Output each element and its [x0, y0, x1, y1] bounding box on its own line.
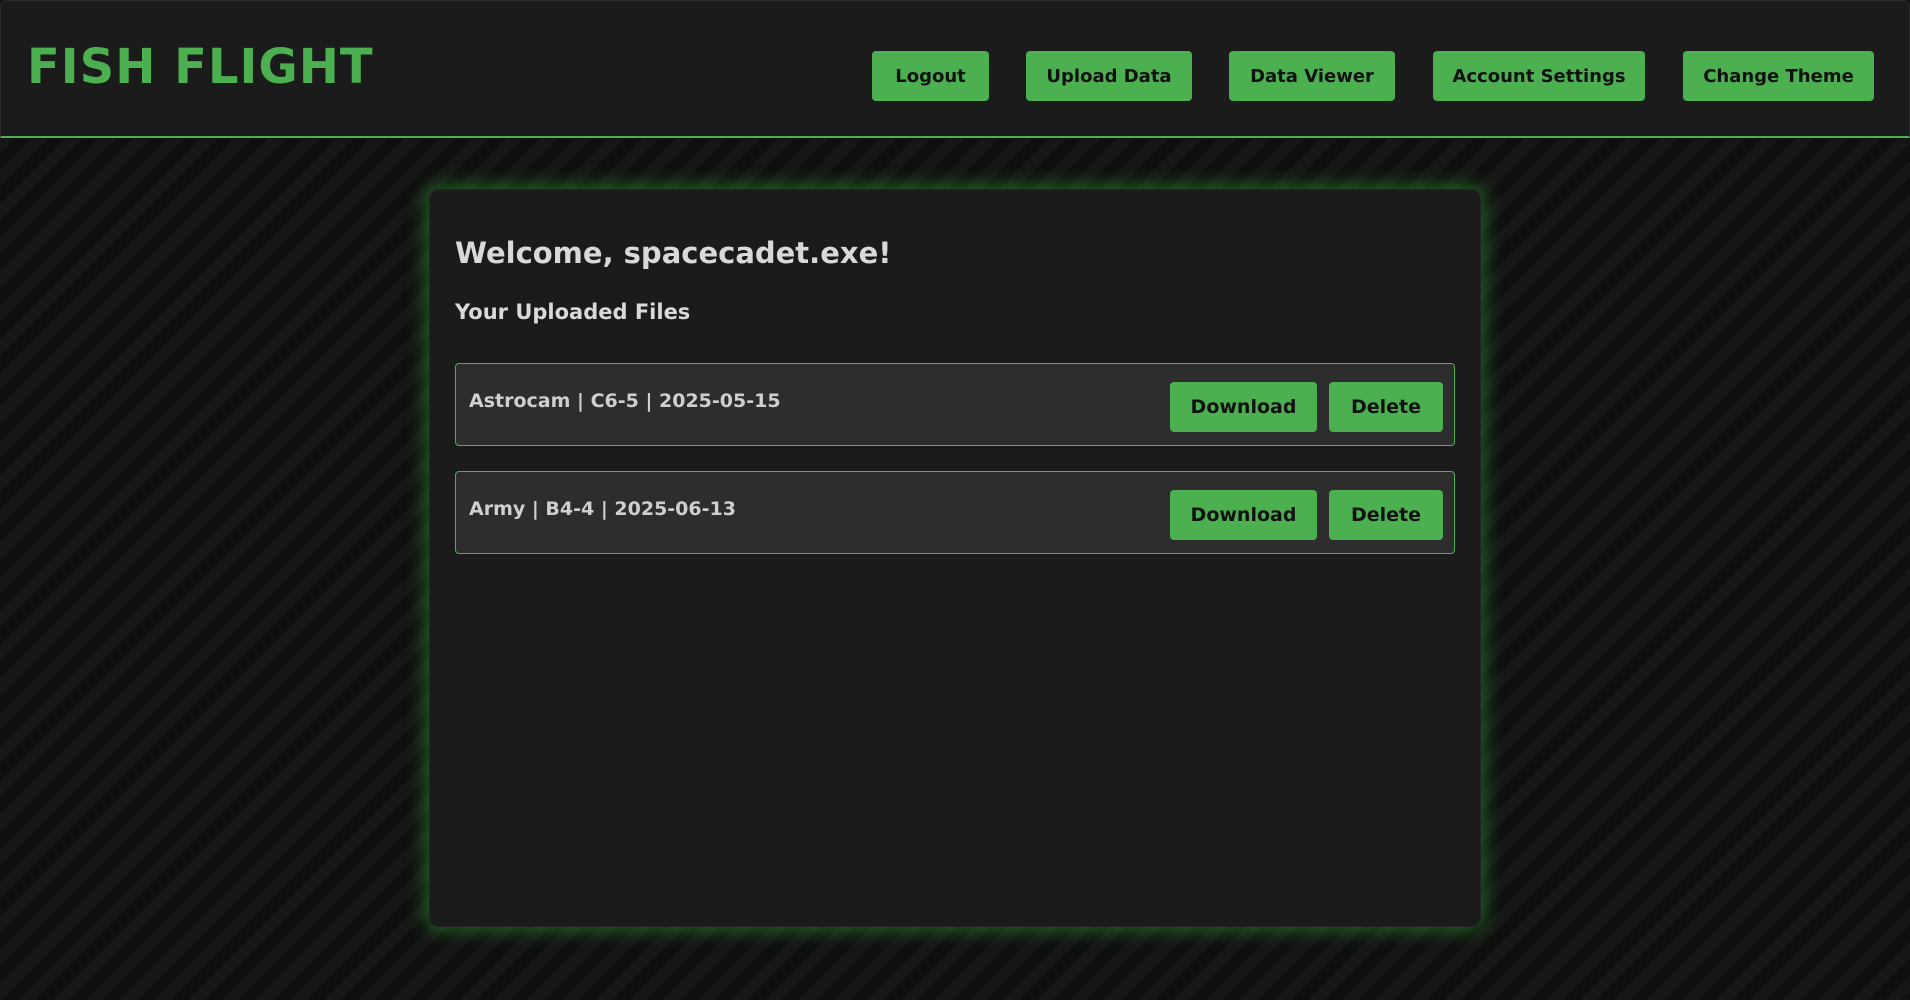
- file-label: Astrocam | C6-5 | 2025-05-15: [469, 390, 781, 412]
- welcome-heading: Welcome, spacecadet.exe!: [455, 236, 892, 270]
- download-button[interactable]: Download: [1170, 490, 1317, 540]
- delete-button[interactable]: Delete: [1329, 382, 1443, 432]
- brand-logo: FISH FLIGHT: [27, 39, 374, 95]
- logout-button[interactable]: Logout: [872, 51, 989, 101]
- account-settings-button[interactable]: Account Settings: [1433, 51, 1645, 101]
- file-row: Astrocam | C6-5 | 2025-05-15 Download De…: [455, 363, 1455, 446]
- dashboard-panel: Welcome, spacecadet.exe! Your Uploaded F…: [429, 189, 1481, 927]
- change-theme-button[interactable]: Change Theme: [1683, 51, 1874, 101]
- upload-data-button[interactable]: Upload Data: [1026, 51, 1192, 101]
- delete-button[interactable]: Delete: [1329, 490, 1443, 540]
- file-row: Army | B4-4 | 2025-06-13 Download Delete: [455, 471, 1455, 554]
- file-label: Army | B4-4 | 2025-06-13: [469, 498, 736, 520]
- uploaded-files-heading: Your Uploaded Files: [455, 300, 691, 324]
- download-button[interactable]: Download: [1170, 382, 1317, 432]
- data-viewer-button[interactable]: Data Viewer: [1229, 51, 1395, 101]
- top-header: FISH FLIGHT Logout Upload Data Data View…: [0, 0, 1910, 138]
